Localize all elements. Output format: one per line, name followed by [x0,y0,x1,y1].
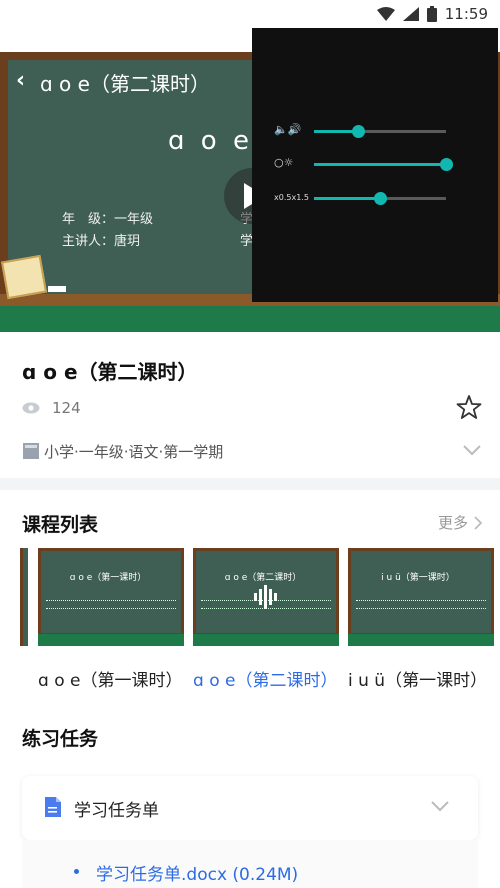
thumbnail-line [356,600,486,602]
breadcrumb-text: 小学·一年级·语文·第一学期 [44,442,224,461]
brightness-slider[interactable] [314,158,453,171]
course-caption-text: ɑ o e（第二课时） [193,671,338,691]
status-time: 11:59 [444,5,488,23]
signal-icon [402,7,419,21]
player-settings-panel: 🔈🔊 ○☼ x0.5x1.5 [252,28,498,302]
board-grade: 年 级：一年级 [62,212,154,227]
thumbnail-line [46,608,176,610]
course-caption[interactable]: ɑ o e（第一课时） [38,666,190,691]
more-label: 更多 [438,514,469,532]
course-caption[interactable]: i u ü（第一课时） [348,666,500,691]
speed-fill [314,197,380,200]
board-title: ɑ o e [168,126,253,156]
speed-thumb[interactable] [374,192,387,205]
speed-label: x0.5x1.5 [274,193,309,202]
practice-heading: 练习任务 [22,728,99,750]
course-thumbnail[interactable]: i u ü（第一课时） [348,548,494,646]
volume-thumb[interactable] [351,125,365,138]
thumbnail-board [41,551,181,633]
thumbnail-line [356,608,486,610]
brightness-thumb[interactable] [440,158,453,171]
board-floor [0,306,500,332]
task-card[interactable]: 学习任务单 [22,776,478,840]
course-caption-active[interactable]: ɑ o e（第二课时） [193,666,345,691]
document-icon [45,797,61,817]
favorite-star-icon[interactable] [456,394,482,420]
back-icon[interactable]: ‹ [16,68,25,93]
thumbnail-floor [38,634,184,646]
volume-icon: 🔈🔊 [274,123,302,136]
thumbnail-title: ɑ o e（第二课时） [224,573,302,583]
thumbnail-title: i u ü（第一课时） [381,573,455,583]
volume-row: 🔈🔊 [272,121,492,141]
status-icons: 11:59 [376,4,488,24]
thumbnail-floor [348,634,494,646]
task-name: 学习任务单 [74,801,159,821]
chevron-down-icon[interactable] [462,444,482,456]
brightness-row: ○☼ [272,154,492,174]
course-list-heading: 课程列表 [22,514,99,536]
chalk-illustration [48,286,66,292]
thumbnail-line [46,600,176,602]
book-icon [23,443,39,459]
course-thumbnail[interactable]: ɑ o e（第二课时） [193,548,339,646]
thumbnail-title: ɑ o e（第一课时） [69,573,147,583]
notebook-illustration [1,254,47,300]
breadcrumb: 小学·一年级·语文·第一学期 [22,440,223,462]
course-thumbnail[interactable]: ɑ o e（第一课时） [38,548,184,646]
more-link[interactable]: 更多 [438,512,483,533]
file-item[interactable]: 学习任务单.docx (0.24M) [22,840,478,888]
board-teacher: 主讲人：唐玥 [62,234,141,249]
chevron-right-icon [474,515,483,530]
chevron-down-icon[interactable] [430,800,450,812]
speed-row: x0.5x1.5 [272,188,492,208]
view-count-value: 124 [52,399,81,417]
video-title: ɑ o e（第二课时） [40,72,210,96]
file-name[interactable]: 学习任务单.docx (0.24M) [96,860,298,885]
section-divider [0,478,500,490]
bullet-dot [74,869,79,874]
eye-icon [22,402,40,414]
playing-waveform-icon [254,585,277,609]
view-count: 124 [22,398,81,418]
brightness-fill [314,163,446,166]
course-caption-text: i u ü（第一课时） [348,671,488,691]
thumbnail-floor [193,634,339,646]
battery-icon [426,6,437,22]
course-thumbnail-partial[interactable] [20,548,28,646]
course-caption-text: ɑ o e（第一课时） [38,671,183,691]
speed-slider[interactable] [314,192,446,205]
thumbnail-board [351,551,491,633]
wifi-icon [376,7,395,21]
volume-slider[interactable] [314,125,446,138]
lesson-title: ɑ o e（第二课时） [22,360,198,384]
brightness-icon: ○☼ [274,156,294,169]
status-bar: 11:59 [0,0,500,28]
